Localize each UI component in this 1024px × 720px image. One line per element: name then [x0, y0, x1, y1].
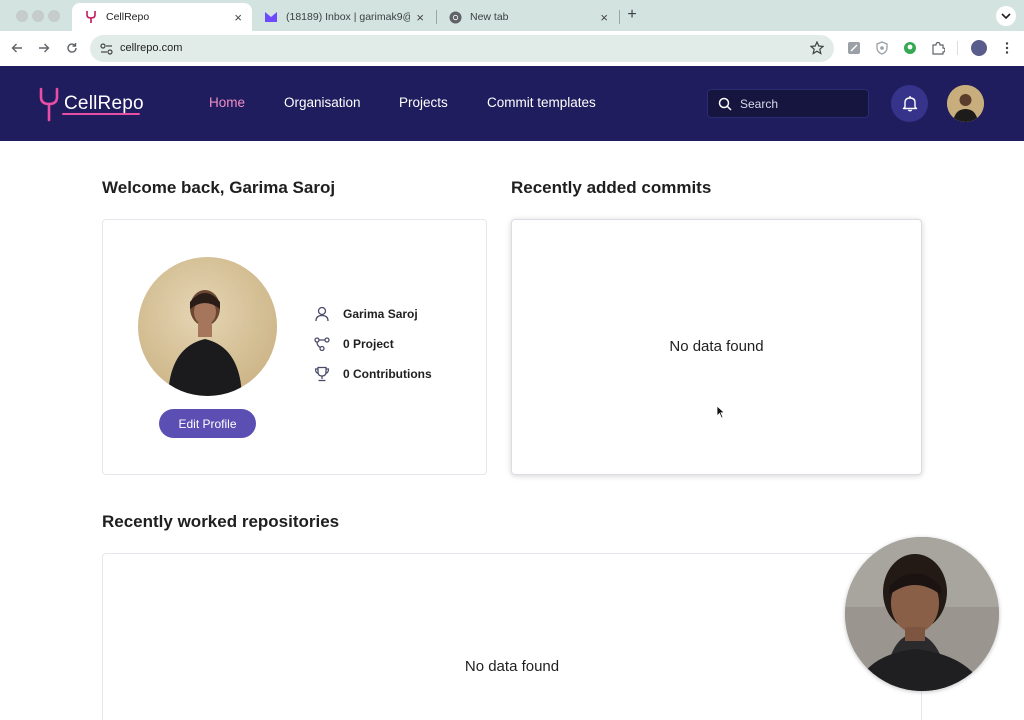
tab-inbox[interactable]: (18189) Inbox | garimak9@proton.me ×	[252, 3, 434, 31]
tab-search-dropdown[interactable]	[996, 6, 1016, 26]
webcam-overlay[interactable]	[845, 537, 999, 691]
recent-commits-heading: Recently added commits	[511, 178, 712, 197]
user-icon	[313, 305, 331, 323]
chrome-favicon-icon	[448, 10, 462, 24]
reload-icon	[67, 43, 77, 53]
url-text: cellrepo.com	[120, 42, 183, 54]
commits-empty-state: No data found	[669, 338, 764, 355]
recent-repos-heading: Recently worked repositories	[102, 512, 340, 531]
browser-menu-icon[interactable]	[1000, 41, 1015, 56]
back-button[interactable]	[9, 40, 25, 56]
window-zoom-button[interactable]	[48, 10, 60, 22]
edit-profile-button[interactable]: Edit Profile	[159, 409, 256, 438]
profile-name-row: Garima Saroj	[313, 305, 418, 323]
repos-empty-state: No data found	[464, 658, 560, 675]
mouse-cursor-icon	[716, 405, 726, 419]
reload-button[interactable]	[64, 40, 80, 56]
profile-projects-row: 0 Project	[313, 335, 394, 353]
tab-close-icon[interactable]: ×	[600, 10, 608, 25]
brand-underline	[62, 113, 140, 115]
app-header: CellRepo Home Organisation Projects Comm…	[0, 66, 1024, 141]
trophy-icon	[313, 365, 331, 383]
notifications-button[interactable]	[891, 85, 928, 122]
tab-title: New tab	[470, 11, 509, 23]
arrow-left-icon	[11, 43, 22, 53]
extension-green-icon[interactable]	[903, 41, 918, 56]
window-minimize-button[interactable]	[32, 10, 44, 22]
cellrepo-logo[interactable]: CellRepo	[38, 86, 144, 122]
tab-title: CellRepo	[106, 11, 150, 23]
browser-toolbar: cellrepo.com	[0, 31, 1024, 66]
nav-commit-templates[interactable]: Commit templates	[487, 95, 596, 110]
nav-projects[interactable]: Projects	[399, 95, 448, 110]
profile-photo	[138, 257, 277, 396]
nav-home[interactable]: Home	[209, 95, 245, 110]
search-box[interactable]	[707, 89, 869, 118]
bookmark-star-icon[interactable]	[809, 40, 825, 60]
tab-separator	[619, 10, 620, 24]
tab-new-tab[interactable]: New tab ×	[436, 3, 618, 31]
extension-shield-icon[interactable]	[875, 41, 890, 56]
forward-button[interactable]	[36, 40, 52, 56]
search-input[interactable]	[740, 90, 860, 117]
tab-cellrepo[interactable]: CellRepo ×	[72, 3, 252, 31]
tab-close-icon[interactable]: ×	[416, 10, 424, 25]
toolbar-divider	[957, 41, 958, 55]
nav-organisation[interactable]: Organisation	[284, 95, 361, 110]
tab-title: (18189) Inbox | garimak9@proton.me	[286, 11, 411, 23]
recent-repos-card: No data found	[102, 553, 922, 720]
extensions-puzzle-icon[interactable]	[931, 41, 946, 56]
address-bar[interactable]: cellrepo.com	[90, 35, 834, 62]
tab-close-icon[interactable]: ×	[234, 10, 242, 25]
chevron-down-icon	[1001, 12, 1011, 19]
tuning-fork-logo-icon	[39, 87, 59, 122]
profile-projects-count: 0 Project	[343, 337, 394, 351]
extension-notes-icon[interactable]	[847, 41, 862, 56]
browser-tab-bar: CellRepo × (18189) Inbox | garimak9@prot…	[0, 0, 1024, 31]
arrow-right-icon	[39, 43, 50, 53]
git-branch-icon	[313, 335, 331, 353]
bell-icon	[902, 96, 917, 112]
profile-card: Edit Profile Garima Saroj 0 Project 0 Co…	[102, 219, 487, 475]
window-close-button[interactable]	[16, 10, 28, 22]
brand-name: CellRepo	[64, 93, 144, 114]
recent-commits-card: No data found	[511, 219, 922, 475]
browser-profile-avatar[interactable]	[971, 40, 987, 56]
profile-contributions-count: 0 Contributions	[343, 367, 432, 381]
site-info-icon[interactable]	[100, 42, 113, 60]
search-icon	[718, 97, 732, 116]
profile-name: Garima Saroj	[343, 307, 418, 321]
proton-mail-favicon-icon	[264, 10, 278, 24]
new-tab-button[interactable]: +	[624, 6, 640, 24]
profile-contributions-row: 0 Contributions	[313, 365, 432, 383]
user-avatar[interactable]	[947, 85, 984, 122]
cellrepo-favicon-icon	[84, 10, 98, 24]
welcome-heading: Welcome back, Garima Saroj	[102, 178, 336, 197]
